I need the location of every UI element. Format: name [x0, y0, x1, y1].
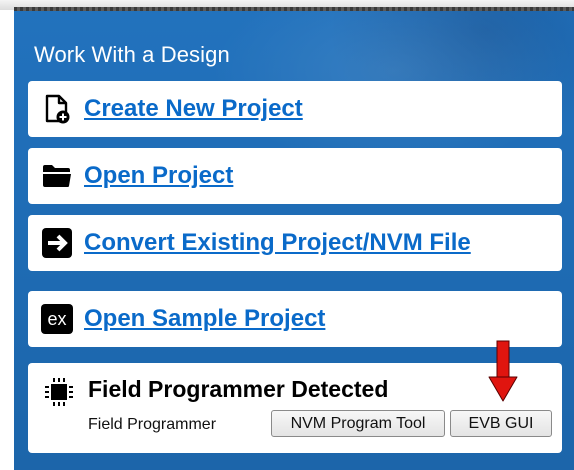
open-sample-project-card[interactable]: ex Open Sample Project: [28, 291, 562, 347]
convert-arrow-icon: [40, 226, 74, 260]
sample-ex-icon-text: ex: [41, 304, 73, 334]
new-file-icon: [40, 92, 74, 126]
chip-icon: [44, 377, 74, 407]
open-project-link[interactable]: Open Project: [84, 162, 233, 190]
section-title: Work With a Design: [34, 42, 230, 67]
evb-gui-button[interactable]: EVB GUI: [450, 410, 552, 437]
create-new-project-card[interactable]: Create New Project: [28, 81, 562, 137]
nvm-program-tool-button[interactable]: NVM Program Tool: [271, 410, 445, 437]
folder-icon: [40, 159, 74, 193]
field-programmer-title: Field Programmer Detected: [88, 376, 389, 402]
annotation-arrow-icon: [488, 340, 518, 402]
design-panel: Work With a Design Create New Project Op…: [14, 11, 574, 470]
field-programmer-card: Field Programmer Detected Field Programm…: [28, 363, 562, 453]
open-project-card[interactable]: Open Project: [28, 148, 562, 204]
field-programmer-label: Field Programmer: [88, 416, 217, 433]
open-sample-project-link[interactable]: Open Sample Project: [84, 305, 325, 333]
create-new-project-link[interactable]: Create New Project: [84, 95, 303, 123]
convert-project-link[interactable]: Convert Existing Project/NVM File: [84, 229, 471, 257]
sample-ex-icon: ex: [40, 302, 74, 336]
convert-project-card[interactable]: Convert Existing Project/NVM File: [28, 215, 562, 271]
